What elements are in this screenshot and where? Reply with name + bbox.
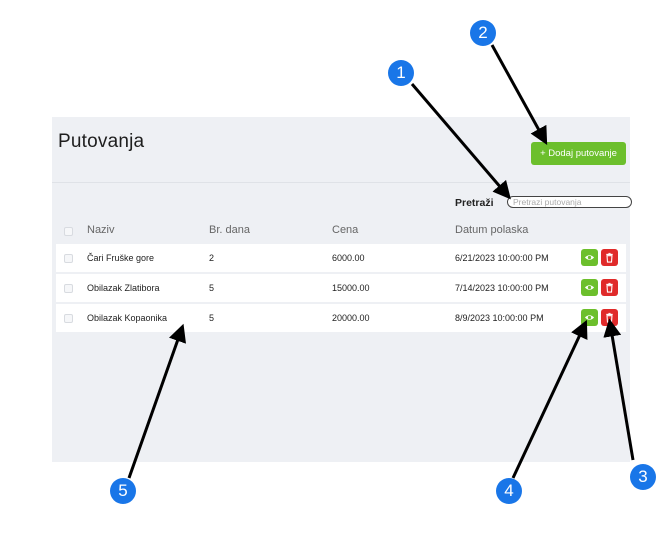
arrow-3	[603, 318, 635, 461]
annotation-arrows	[127, 44, 635, 479]
arrow-4	[511, 319, 588, 479]
annotation-marker-4: 4	[496, 478, 522, 504]
annotation-marker-1: 1	[388, 60, 414, 86]
annotation-marker-3: 3	[630, 464, 656, 490]
arrow-2	[490, 44, 548, 145]
arrow-5	[127, 323, 186, 479]
annotation-marker-2: 2	[470, 20, 496, 46]
annotation-marker-5: 5	[110, 478, 136, 504]
arrow-1	[410, 83, 511, 200]
